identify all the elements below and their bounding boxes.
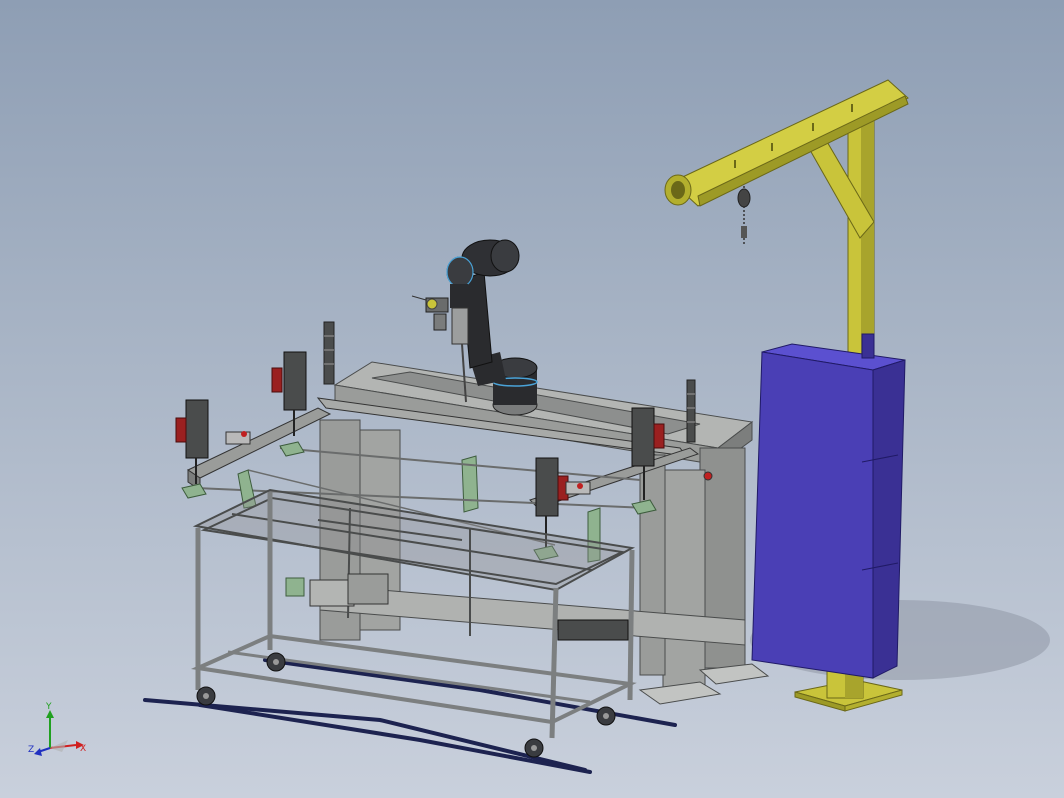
frame-foot <box>638 681 722 705</box>
triad-y-label: Y <box>45 702 52 712</box>
orientation-triad: X Y Z <box>28 702 86 756</box>
caster-wheel <box>524 738 544 758</box>
cad-viewport[interactable]: X Y Z <box>0 0 1064 798</box>
triad-z-label: Z <box>28 745 34 755</box>
tool-sensor <box>411 295 449 331</box>
caster-wheel <box>266 652 286 672</box>
hoist-icon <box>737 186 751 244</box>
caster-wheel <box>196 686 216 706</box>
control-cabinet[interactable] <box>751 333 906 679</box>
welding-torch <box>451 307 469 345</box>
caster-wheel <box>596 706 616 726</box>
triad-x-label: X <box>80 744 86 754</box>
signal-tower-right <box>686 379 696 443</box>
assembly-scene[interactable]: X Y Z <box>0 0 1064 798</box>
signal-tower-left <box>323 321 335 385</box>
cabinet-front <box>751 351 874 679</box>
